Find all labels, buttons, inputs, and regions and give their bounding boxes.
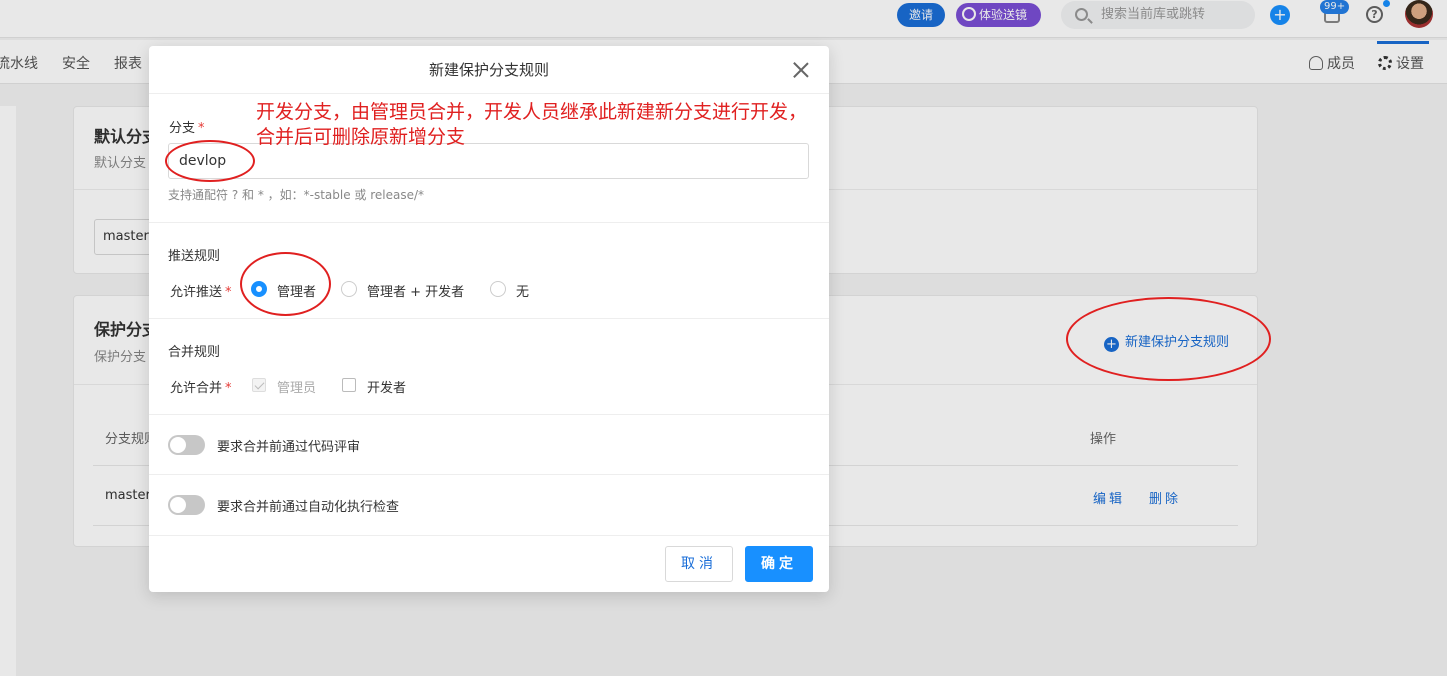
required-mark: * <box>225 381 232 396</box>
annotation-note: 开发分支，由管理员合并，开发人员继承此新建新分支进行开发， 合并后可删除原新增分… <box>256 100 807 150</box>
section-divider <box>149 318 829 319</box>
code-review-toggle[interactable] <box>168 435 205 455</box>
branch-label-text: 分支 <box>169 121 196 136</box>
merge-checkbox-dev[interactable] <box>342 378 356 392</box>
merge-option-admin: 管理员 <box>277 381 317 396</box>
push-option-none[interactable]: 无 <box>516 281 529 300</box>
cancel-button[interactable]: 取消 <box>665 546 733 582</box>
required-mark: * <box>225 285 232 300</box>
branch-label: 分支 * <box>169 117 205 136</box>
annotation-circle-new-rule <box>1066 297 1271 381</box>
ci-check-toggle[interactable] <box>168 495 205 515</box>
push-radio-none[interactable] <box>490 281 506 297</box>
section-divider <box>149 474 829 475</box>
push-radio-admin-dev[interactable] <box>341 281 357 297</box>
merge-checkbox-admin <box>252 378 266 392</box>
annotation-circle-branch <box>165 140 255 182</box>
allow-merge-label-text: 允许合并 <box>170 381 223 396</box>
push-option-admin-dev[interactable]: 管理者 + 开发者 <box>367 281 464 300</box>
branch-hint: 支持通配符 ? 和 * ，如：*-stable 或 release/* <box>168 188 425 202</box>
allow-push-label: 允许推送 * <box>170 281 232 300</box>
code-review-toggle-label: 要求合并前通过代码评审 <box>217 440 361 455</box>
annotation-circle-admin <box>240 252 331 316</box>
dialog-title: 新建保护分支规则 <box>149 46 829 94</box>
allow-push-label-text: 允许推送 <box>170 285 223 300</box>
section-divider <box>149 222 829 223</box>
required-mark: * <box>198 121 205 136</box>
ci-check-toggle-label: 要求合并前通过自动化执行检查 <box>217 500 400 515</box>
footer-divider <box>149 535 829 536</box>
close-icon[interactable] <box>793 62 809 78</box>
merge-option-dev[interactable]: 开发者 <box>367 377 406 396</box>
allow-merge-label: 允许合并 * <box>170 377 232 396</box>
annotation-line-1: 开发分支，由管理员合并，开发人员继承此新建新分支进行开发， <box>256 101 808 123</box>
confirm-button[interactable]: 确定 <box>745 546 813 582</box>
push-rules-heading: 推送规则 <box>168 249 221 264</box>
annotation-line-2: 合并后可删除原新增分支 <box>256 126 466 148</box>
merge-rules-heading: 合并规则 <box>168 345 221 360</box>
section-divider <box>149 414 829 415</box>
